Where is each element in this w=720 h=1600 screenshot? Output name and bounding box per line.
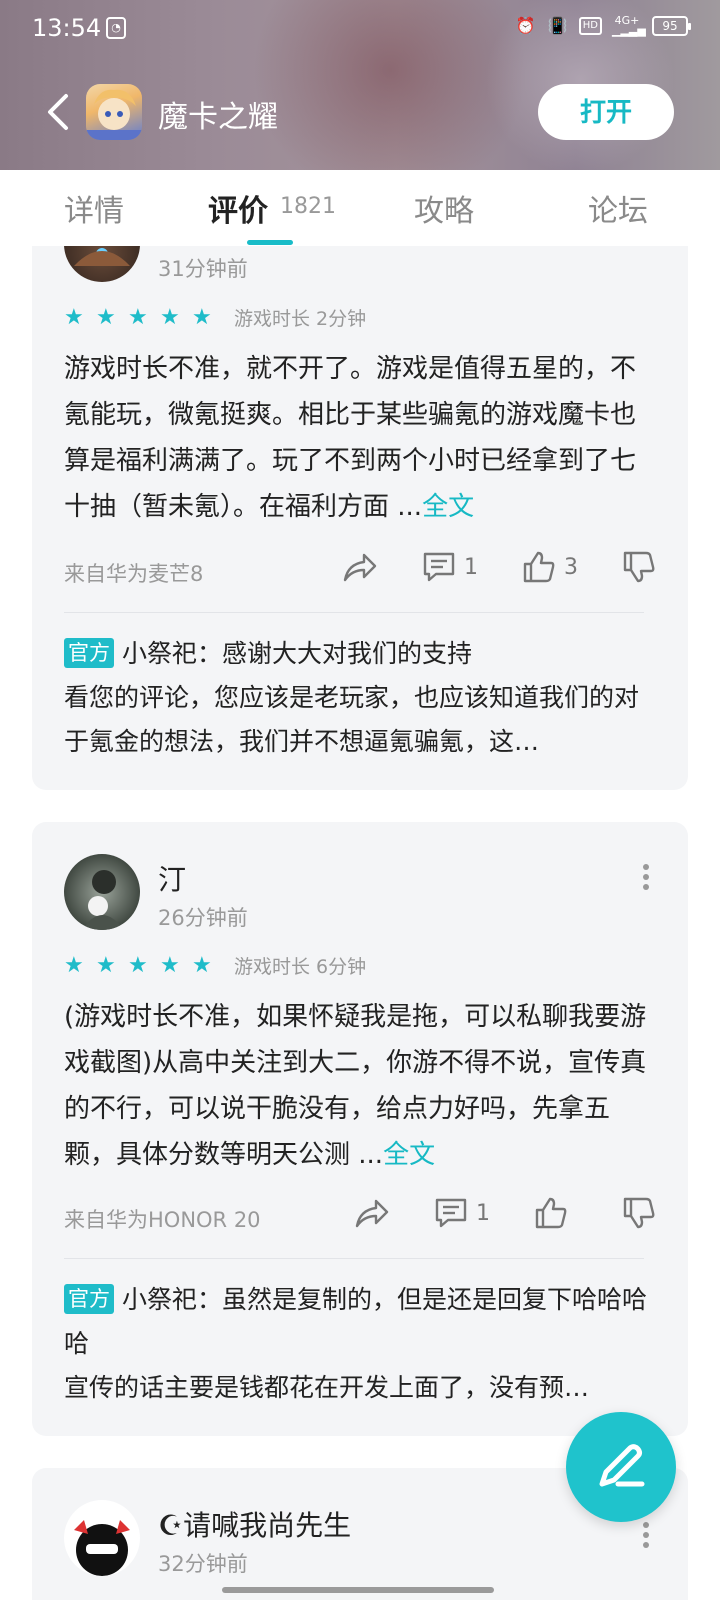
hd-icon: HD bbox=[578, 17, 602, 35]
review-card: 汀 26分钟前 ★ ★ ★ ★ ★ 游戏时长 6分钟 (游戏时长不准，如果怀疑我… bbox=[32, 822, 688, 1436]
playtime: 游戏时长 2分钟 bbox=[234, 308, 367, 330]
reply-text: 看您的评论，您应该是老玩家，也应该知道我们的对于氪金的想法，我们并不想逼氪骗氪，… bbox=[64, 683, 640, 756]
username[interactable]: 汀 bbox=[158, 858, 186, 898]
star-icon: ★ bbox=[64, 952, 84, 978]
review-time: 26分钟前 bbox=[158, 906, 248, 930]
game-title: 魔卡之耀 bbox=[158, 100, 278, 135]
star-icon: ★ bbox=[96, 952, 116, 978]
share-icon bbox=[343, 553, 377, 582]
reply-author-line: 小祭祀：感谢大大对我们的支持 bbox=[122, 639, 473, 668]
write-review-button[interactable] bbox=[566, 1412, 676, 1522]
avatar[interactable] bbox=[64, 1500, 140, 1576]
status-icons: ⏰ 📳 HD 4G+ ▁▂▃▅ 95 bbox=[515, 14, 691, 37]
more-options-icon[interactable] bbox=[642, 1522, 650, 1548]
network-type: 4G+ bbox=[614, 14, 640, 27]
open-game-button[interactable]: 打开 bbox=[538, 84, 674, 140]
review-time: 32分钟前 bbox=[158, 1552, 248, 1576]
review-actions: 1 3 bbox=[342, 550, 656, 584]
star-icon: ★ bbox=[192, 304, 212, 330]
comment-count: 1 bbox=[464, 554, 478, 580]
star-icon: ★ bbox=[128, 304, 148, 330]
comment-icon bbox=[423, 552, 455, 582]
like-button[interactable] bbox=[534, 1196, 622, 1230]
battery-level: 95 bbox=[662, 19, 678, 33]
dislike-button[interactable] bbox=[622, 550, 656, 584]
star-rating: ★ ★ ★ ★ ★ 游戏时长 6分钟 bbox=[64, 952, 366, 979]
comment-icon bbox=[435, 1198, 467, 1228]
official-badge: 官方 bbox=[64, 1284, 114, 1314]
reviews-list[interactable]: 31分钟前 ★ ★ ★ ★ ★ 游戏时长 2分钟 游戏时长不准，就不开了。游戏是… bbox=[0, 246, 720, 1600]
alarm-icon: ⏰ bbox=[515, 16, 536, 35]
like-count: 3 bbox=[564, 554, 578, 580]
share-button[interactable] bbox=[342, 550, 422, 584]
comment-button[interactable]: 1 bbox=[434, 1197, 534, 1229]
thumbs-up-icon bbox=[535, 1197, 567, 1229]
reply-author-line: 小祭祀：虽然是复制的，但是还是回复下哈哈哈哈 bbox=[64, 1285, 648, 1358]
star-icon: ★ bbox=[192, 952, 212, 978]
comment-button[interactable]: 1 bbox=[422, 551, 522, 583]
tab-details[interactable]: 详情 bbox=[64, 186, 124, 230]
review-text[interactable]: (游戏时长不准，如果怀疑我是拖，可以私聊我要游戏截图)从高中关注到大二，你游不得… bbox=[64, 994, 660, 1178]
notification-app-icon: ◔ bbox=[106, 17, 126, 39]
game-icon bbox=[86, 84, 142, 140]
pen-icon bbox=[599, 1444, 645, 1487]
review-body: 游戏时长不准，就不开了。游戏是值得五星的，不氪能玩，微氪挺爽。相比于某些骗氪的游… bbox=[64, 354, 637, 522]
official-reply[interactable]: 官方 小祭祀：虽然是复制的，但是还是回复下哈哈哈哈 宣传的话主要是钱都花在开发上面… bbox=[64, 1278, 660, 1410]
review-body: (游戏时长不准，如果怀疑我是拖，可以私聊我要游戏截图)从高中关注到大二，你游不得… bbox=[64, 1002, 647, 1170]
read-full-link[interactable]: 全文 bbox=[383, 1140, 435, 1170]
share-button[interactable] bbox=[354, 1196, 434, 1230]
reply-header: 官方 小祭祀：感谢大大对我们的支持 bbox=[64, 632, 660, 676]
tab-reviews-count: 1821 bbox=[280, 194, 336, 219]
home-indicator[interactable] bbox=[222, 1587, 494, 1593]
thumbs-down-icon bbox=[623, 551, 655, 583]
tab-reviews[interactable]: 评价 bbox=[208, 186, 268, 230]
active-tab-indicator bbox=[247, 240, 293, 245]
official-reply[interactable]: 官方 小祭祀：感谢大大对我们的支持 看您的评论，您应该是老玩家，也应该知道我们的对… bbox=[64, 632, 660, 764]
app-header: 13:54 ◔ ⏰ 📳 HD 4G+ ▁▂▃▅ 95 魔卡之耀 打开 bbox=[0, 0, 720, 170]
more-options-icon[interactable] bbox=[642, 864, 650, 890]
back-arrow-icon[interactable] bbox=[42, 92, 78, 132]
avatar[interactable] bbox=[64, 246, 140, 282]
thumbs-down-icon bbox=[623, 1197, 655, 1229]
tab-guides[interactable]: 攻略 bbox=[414, 186, 474, 230]
comment-count: 1 bbox=[476, 1200, 490, 1226]
share-icon bbox=[355, 1199, 389, 1228]
divider bbox=[64, 1258, 644, 1259]
device-source: 来自华为麦芒8 bbox=[64, 562, 204, 586]
star-icon: ★ bbox=[160, 952, 180, 978]
star-icon: ★ bbox=[128, 952, 148, 978]
star-rating: ★ ★ ★ ★ ★ 游戏时长 2分钟 bbox=[64, 304, 366, 331]
official-badge: 官方 bbox=[64, 638, 114, 668]
reply-text: 宣传的话主要是钱都花在开发上面了，没有预… bbox=[64, 1373, 590, 1402]
like-button[interactable]: 3 bbox=[522, 550, 622, 584]
review-time: 31分钟前 bbox=[158, 257, 248, 281]
playtime: 游戏时长 6分钟 bbox=[234, 956, 367, 978]
username[interactable]: ☪请喊我尚先生 bbox=[158, 1504, 351, 1544]
star-icon: ★ bbox=[64, 304, 84, 330]
dislike-button[interactable] bbox=[622, 1196, 656, 1230]
battery-icon: 95 bbox=[652, 16, 691, 36]
review-card: 31分钟前 ★ ★ ★ ★ ★ 游戏时长 2分钟 游戏时长不准，就不开了。游戏是… bbox=[32, 246, 688, 790]
vibrate-icon: 📳 bbox=[547, 16, 568, 35]
avatar[interactable] bbox=[64, 854, 140, 930]
device-source: 来自华为HONOR 20 bbox=[64, 1208, 261, 1232]
tab-forum[interactable]: 论坛 bbox=[588, 186, 648, 230]
signal-icon: 4G+ ▁▂▃▅ bbox=[612, 14, 646, 37]
divider bbox=[64, 612, 644, 613]
status-time: 13:54 bbox=[32, 14, 102, 42]
star-icon: ★ bbox=[160, 304, 180, 330]
star-icon: ★ bbox=[96, 304, 116, 330]
status-bar: 13:54 ◔ ⏰ 📳 HD 4G+ ▁▂▃▅ 95 bbox=[0, 0, 720, 56]
thumbs-up-icon bbox=[523, 551, 555, 583]
review-text[interactable]: 游戏时长不准，就不开了。游戏是值得五星的，不氪能玩，微氪挺爽。相比于某些骗氪的游… bbox=[64, 346, 660, 530]
reply-header: 官方 小祭祀：虽然是复制的，但是还是回复下哈哈哈哈 bbox=[64, 1278, 660, 1366]
read-full-link[interactable]: 全文 bbox=[422, 492, 474, 522]
review-actions: 1 bbox=[354, 1196, 656, 1230]
tab-bar: 详情 评价 1821 攻略 论坛 bbox=[0, 170, 720, 246]
